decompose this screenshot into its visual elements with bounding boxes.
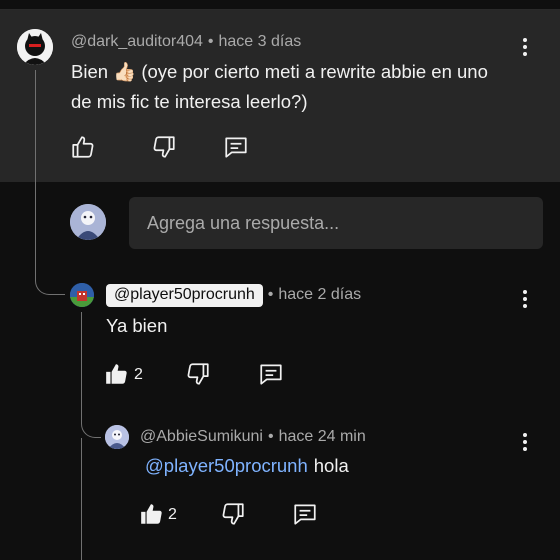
current-user-avatar	[70, 204, 106, 240]
reply-meta: @AbbieSumikuni • hace 24 min	[140, 428, 366, 446]
thumb-up-outline-icon[interactable]	[70, 134, 96, 160]
reply-text: hola	[313, 455, 349, 476]
comment-text: Bien 👍🏻 (oye por cierto meti a rewrite a…	[71, 61, 488, 112]
thumb-up-filled-icon[interactable]	[104, 361, 130, 387]
reply-bubble-icon[interactable]	[258, 361, 284, 387]
reply-input[interactable]	[129, 197, 543, 249]
comment-meta: @dark_auditor404 • hace 3 días	[71, 33, 301, 51]
reply-text-line: @player50procrunh hola	[145, 451, 349, 481]
meta-separator: •	[267, 286, 274, 303]
avatar[interactable]	[105, 425, 129, 449]
reply-timestamp[interactable]: hace 24 min	[279, 428, 366, 445]
comment-author-handle[interactable]: @dark_auditor404	[71, 33, 203, 50]
reply-bubble-icon[interactable]	[292, 501, 318, 527]
like-count: 2	[134, 366, 143, 383]
meta-separator: •	[267, 428, 274, 445]
reply-author-handle[interactable]: @player50procrunh	[106, 284, 263, 307]
avatar[interactable]	[70, 283, 94, 307]
comment-timestamp[interactable]: hace 3 días	[219, 33, 302, 50]
thumb-down-outline-icon[interactable]	[185, 361, 211, 387]
reply-bubble-icon[interactable]	[223, 134, 249, 160]
reply-text: Ya bien	[106, 315, 168, 336]
top-divider	[0, 0, 560, 10]
reply-timestamp[interactable]: hace 2 días	[278, 286, 361, 303]
more-options-icon[interactable]	[522, 290, 528, 310]
meta-separator: •	[207, 33, 214, 50]
thumb-up-filled-icon[interactable]	[139, 501, 165, 527]
more-options-icon[interactable]	[522, 433, 528, 453]
reply-meta: @player50procrunh • hace 2 días	[106, 284, 361, 307]
thumb-down-outline-icon[interactable]	[220, 501, 246, 527]
like-count: 2	[168, 506, 177, 523]
reply-author-handle[interactable]: @AbbieSumikuni	[140, 428, 263, 445]
mention-link[interactable]: @player50procrunh	[145, 455, 308, 476]
thread-line-continue	[81, 438, 82, 560]
thumb-down-outline-icon[interactable]	[151, 134, 177, 160]
avatar[interactable]	[17, 29, 53, 65]
thread-line	[35, 70, 65, 295]
thread-line-nested	[81, 312, 101, 438]
more-options-icon[interactable]	[522, 38, 528, 58]
